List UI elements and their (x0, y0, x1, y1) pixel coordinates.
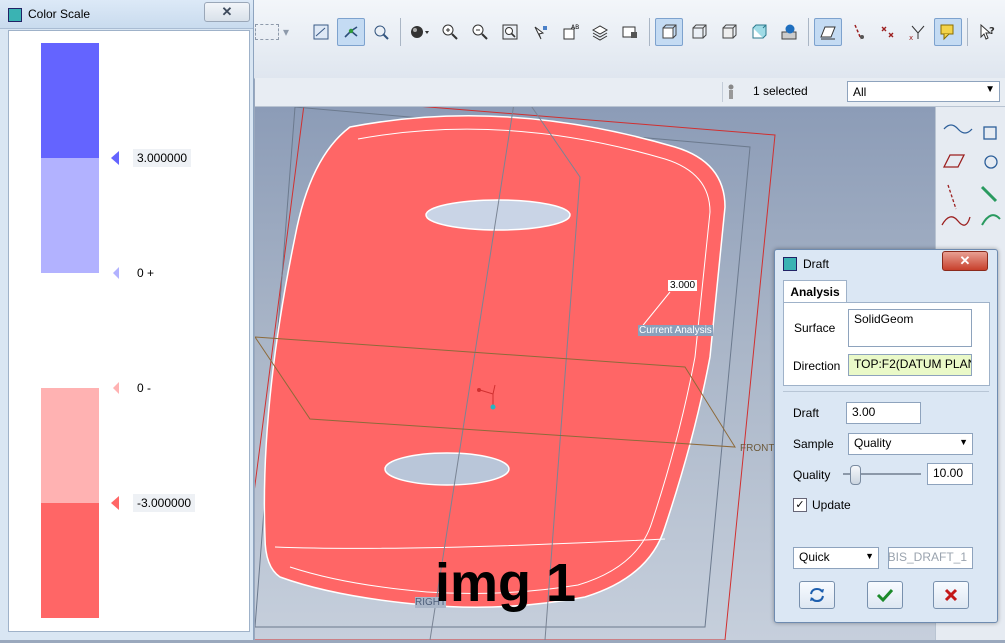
scale-band-3 (41, 273, 99, 388)
annotation-display-icon[interactable] (934, 18, 962, 46)
tab-analysis-label: Analysis (790, 285, 840, 299)
bottom-hole (384, 452, 510, 486)
analysis-value-tag: 3.000 (668, 280, 698, 291)
svg-text:?: ? (989, 26, 995, 37)
cancel-button[interactable] (933, 581, 969, 609)
shading-icon[interactable] (406, 18, 434, 46)
shaded-icon[interactable] (775, 18, 803, 46)
reorient-icon[interactable] (526, 18, 554, 46)
direction-label: Direction (793, 359, 841, 373)
saved-views-icon[interactable]: AB (556, 18, 584, 46)
selection-filter-icon (726, 83, 736, 104)
marker-icon (111, 151, 119, 165)
marker-icon (113, 267, 119, 279)
analysis-name-field[interactable]: BIS_DRAFT_1 (888, 547, 973, 569)
quality-label: Quality (793, 468, 831, 482)
zoom-out-icon[interactable] (466, 18, 494, 46)
refit-view-icon[interactable] (496, 18, 524, 46)
no-hidden-icon[interactable] (745, 18, 773, 46)
color-scale-title: Color Scale (28, 7, 91, 21)
sample-value: Quality (854, 436, 892, 450)
close-button[interactable]: ✕ (942, 251, 988, 271)
close-icon: ✕ (221, 4, 233, 19)
close-button[interactable]: ✕ (204, 2, 250, 22)
color-scale-titlebar: Color Scale ✕ (0, 0, 253, 29)
chevron-down-icon: ▼ (959, 437, 968, 447)
surface-label: Surface (794, 321, 836, 335)
draft-dialog: Draft ✕ Analysis Surface SolidGeom Direc… (774, 249, 998, 623)
plane-display-icon[interactable] (814, 18, 842, 46)
quality-slider-thumb[interactable] (850, 465, 861, 485)
point-display-icon[interactable] (874, 18, 902, 46)
scale-label-max: 3.000000 (133, 149, 192, 167)
selection-filter-value: All (853, 85, 867, 99)
spin-center-icon[interactable] (367, 18, 395, 46)
zoom-in-icon[interactable] (436, 18, 464, 46)
scale-label-zero-minus: 0 - (137, 381, 152, 395)
selection-filter-dropdown[interactable]: All ▼ (847, 81, 1000, 102)
dashed-select-box: ▾ (255, 14, 289, 50)
model-surface (263, 115, 726, 608)
refit-icon[interactable] (307, 18, 335, 46)
help-icon[interactable]: ? (973, 18, 1001, 46)
scale-band-2 (41, 158, 99, 273)
direction-field[interactable]: TOP:F2(DATUM PLAN (848, 354, 972, 376)
scale-label-zero-plus: 0 + (137, 266, 155, 280)
surface-field[interactable]: SolidGeom (848, 309, 972, 347)
draft-angle-input[interactable]: 3.00 (846, 402, 921, 424)
wireframe-icon[interactable] (685, 18, 713, 46)
mode-value: Quick (799, 550, 830, 564)
draft-title: Draft (803, 257, 830, 271)
repeat-icon (810, 587, 824, 603)
repeat-button[interactable] (799, 581, 835, 609)
axis-display-icon[interactable] (844, 18, 872, 46)
mode-dropdown[interactable]: Quick ▼ (793, 547, 879, 569)
surface-value: SolidGeom (854, 312, 914, 326)
front-plane-label: FRONT (740, 443, 775, 454)
close-icon: ✕ (959, 253, 971, 268)
sample-label: Sample (793, 437, 834, 451)
chevron-down-icon: ▼ (865, 551, 874, 561)
update-checkbox[interactable]: ✓ (793, 498, 807, 512)
update-label: Update (812, 498, 851, 512)
svg-text:AB: AB (571, 24, 579, 31)
selection-bar: 1 selected All ▼ (255, 78, 1005, 107)
layers-icon[interactable] (586, 18, 614, 46)
draft-angle-value: 3.00 (852, 405, 876, 419)
shading-edges-icon[interactable] (655, 18, 683, 46)
svg-text:x: x (909, 34, 913, 41)
quality-input[interactable]: 10.00 (927, 463, 973, 485)
tab-analysis[interactable]: Analysis (783, 280, 847, 303)
csys-display-icon[interactable]: x (904, 18, 932, 46)
color-scale-window: Color Scale ✕ 3.000000 0 + 0 - -3.000000 (0, 0, 254, 640)
scale-label-min: -3.000000 (133, 494, 196, 512)
color-scale-panel: 3.000000 0 + 0 - -3.000000 (8, 30, 250, 632)
window-icon (8, 8, 22, 22)
checkmark-icon (876, 588, 894, 603)
analysis-name-value: BIS_DRAFT_1 (888, 550, 967, 564)
appearance-icon[interactable] (616, 18, 644, 46)
analysis-name-tag: Current Analysis (638, 325, 713, 336)
draft-angle-label: Draft (793, 406, 820, 420)
chevron-down-icon: ▼ (985, 84, 995, 95)
overlay-caption: img 1 (435, 553, 577, 613)
marker-icon (113, 382, 119, 394)
x-icon (944, 588, 958, 602)
scale-band-4 (41, 388, 99, 503)
datum-display-icon[interactable] (337, 18, 365, 46)
sample-dropdown[interactable]: Quality ▼ (848, 433, 973, 455)
quality-value: 10.00 (933, 466, 964, 480)
marker-icon (111, 496, 119, 510)
window-icon (783, 257, 797, 271)
hidden-line-icon[interactable] (715, 18, 743, 46)
direction-value: TOP:F2(DATUM PLAN (854, 357, 972, 371)
scale-band-1 (41, 43, 99, 158)
scale-band-5 (41, 503, 99, 618)
ok-button[interactable] (867, 581, 903, 609)
selection-status: 1 selected (753, 84, 808, 98)
quality-slider[interactable] (843, 465, 923, 485)
